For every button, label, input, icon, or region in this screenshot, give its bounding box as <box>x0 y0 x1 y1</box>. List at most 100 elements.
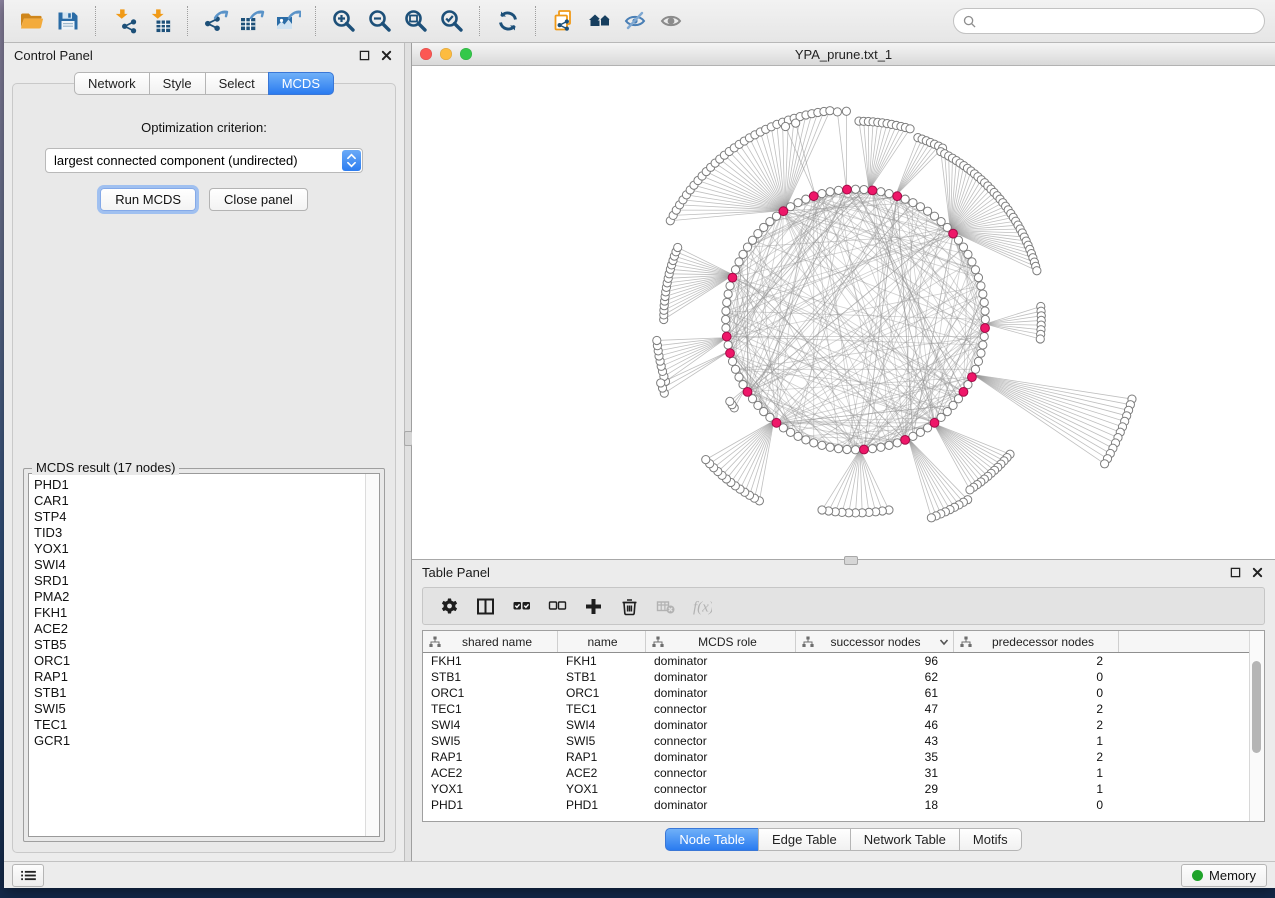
cell-MCDS-role[interactable]: dominator <box>646 797 796 813</box>
cell-successor-nodes[interactable]: 62 <box>796 669 954 685</box>
cell-successor-nodes[interactable]: 46 <box>796 717 954 733</box>
refresh-view-button[interactable] <box>490 4 526 38</box>
tab-mcds[interactable]: MCDS <box>268 72 334 95</box>
settings-gear-button[interactable] <box>431 591 467 621</box>
table-row[interactable]: STB1STB1dominator620 <box>423 669 1249 685</box>
cell-shared-name[interactable]: STB1 <box>423 669 558 685</box>
cell-MCDS-role[interactable]: dominator <box>646 685 796 701</box>
table-scrollbar[interactable] <box>1249 631 1264 821</box>
select-all-checks-button[interactable] <box>503 591 539 621</box>
mcds-result-item[interactable]: YOX1 <box>34 541 365 557</box>
mcds-result-item[interactable]: SWI5 <box>34 701 365 717</box>
show-all-button[interactable] <box>654 4 690 38</box>
network-canvas[interactable] <box>412 66 1275 559</box>
mcds-result-item[interactable]: TID3 <box>34 525 365 541</box>
cell-shared-name[interactable]: YOX1 <box>423 781 558 797</box>
cell-shared-name[interactable]: RAP1 <box>423 749 558 765</box>
table-tab-network-table[interactable]: Network Table <box>850 828 959 851</box>
cell-predecessor-nodes[interactable]: 0 <box>954 685 1119 701</box>
mcds-result-item[interactable]: TEC1 <box>34 717 365 733</box>
zoom-selected-button[interactable] <box>434 4 470 38</box>
cell-shared-name[interactable]: PHD1 <box>423 797 558 813</box>
column-header-shared-name[interactable]: shared name <box>423 631 558 652</box>
mcds-result-item[interactable]: ACE2 <box>34 621 365 637</box>
export-network-button[interactable] <box>198 4 234 38</box>
table-row[interactable]: PHD1PHD1dominator180 <box>423 797 1249 813</box>
duplicate-network-button[interactable] <box>546 4 582 38</box>
cell-predecessor-nodes[interactable]: 0 <box>954 797 1119 813</box>
cell-shared-name[interactable]: ACE2 <box>423 765 558 781</box>
cell-MCDS-role[interactable]: connector <box>646 765 796 781</box>
cell-MCDS-role[interactable]: connector <box>646 733 796 749</box>
zoom-fit-button[interactable] <box>398 4 434 38</box>
mcds-result-item[interactable]: GCR1 <box>34 733 365 749</box>
delete-column-button[interactable] <box>611 591 647 621</box>
tab-network[interactable]: Network <box>74 72 149 95</box>
cell-successor-nodes[interactable]: 35 <box>796 749 954 765</box>
float-panel-icon[interactable] <box>356 48 372 64</box>
memory-button[interactable]: Memory <box>1181 864 1267 887</box>
mcds-result-item[interactable]: STB1 <box>34 685 365 701</box>
table-row[interactable]: TEC1TEC1connector472 <box>423 701 1249 717</box>
table-row[interactable]: FKH1FKH1dominator962 <box>423 653 1249 669</box>
cell-name[interactable]: SWI5 <box>558 733 646 749</box>
save-session-button[interactable] <box>50 4 86 38</box>
cell-predecessor-nodes[interactable]: 2 <box>954 749 1119 765</box>
cell-name[interactable]: STB1 <box>558 669 646 685</box>
cell-successor-nodes[interactable]: 31 <box>796 765 954 781</box>
import-table-button[interactable] <box>142 4 178 38</box>
tab-select[interactable]: Select <box>205 72 268 95</box>
mcds-result-item[interactable]: CAR1 <box>34 493 365 509</box>
cell-name[interactable]: PHD1 <box>558 797 646 813</box>
cell-name[interactable]: SWI4 <box>558 717 646 733</box>
column-header-name[interactable]: name <box>558 631 646 652</box>
mcds-result-item[interactable]: RAP1 <box>34 669 365 685</box>
float-table-panel-icon[interactable] <box>1227 565 1243 581</box>
cell-shared-name[interactable]: FKH1 <box>423 653 558 669</box>
table-row[interactable]: SWI5SWI5connector431 <box>423 733 1249 749</box>
cell-name[interactable]: ORC1 <box>558 685 646 701</box>
mcds-result-item[interactable]: SRD1 <box>34 573 365 589</box>
column-header-successor-nodes[interactable]: successor nodes <box>796 631 954 652</box>
export-image-button[interactable] <box>270 4 306 38</box>
import-network-button[interactable] <box>106 4 142 38</box>
cell-successor-nodes[interactable]: 47 <box>796 701 954 717</box>
table-tab-motifs[interactable]: Motifs <box>959 828 1022 851</box>
column-header-predecessor-nodes[interactable]: predecessor nodes <box>954 631 1119 652</box>
table-tab-edge-table[interactable]: Edge Table <box>758 828 850 851</box>
cell-shared-name[interactable]: SWI5 <box>423 733 558 749</box>
mcds-result-item[interactable]: STB5 <box>34 637 365 653</box>
task-history-button[interactable] <box>12 864 44 887</box>
tab-style[interactable]: Style <box>149 72 205 95</box>
table-row[interactable]: ACE2ACE2connector311 <box>423 765 1249 781</box>
zoom-window-icon[interactable] <box>460 48 472 60</box>
cell-name[interactable]: TEC1 <box>558 701 646 717</box>
table-row[interactable]: ORC1ORC1dominator610 <box>423 685 1249 701</box>
cell-MCDS-role[interactable]: connector <box>646 781 796 797</box>
horizontal-splitter-grip[interactable] <box>844 556 858 565</box>
cell-predecessor-nodes[interactable]: 1 <box>954 765 1119 781</box>
mcds-result-item[interactable]: ORC1 <box>34 653 365 669</box>
table-row[interactable]: SWI4SWI4dominator462 <box>423 717 1249 733</box>
search-input[interactable] <box>982 13 1255 30</box>
hide-selected-button[interactable] <box>618 4 654 38</box>
table-row[interactable]: RAP1RAP1dominator352 <box>423 749 1249 765</box>
close-panel-icon[interactable] <box>378 48 394 64</box>
cell-successor-nodes[interactable]: 96 <box>796 653 954 669</box>
cell-shared-name[interactable]: TEC1 <box>423 701 558 717</box>
cell-predecessor-nodes[interactable]: 2 <box>954 717 1119 733</box>
cell-successor-nodes[interactable]: 29 <box>796 781 954 797</box>
cell-MCDS-role[interactable]: dominator <box>646 717 796 733</box>
column-header-MCDS-role[interactable]: MCDS role <box>646 631 796 652</box>
table-tab-node-table[interactable]: Node Table <box>665 828 758 851</box>
cell-shared-name[interactable]: ORC1 <box>423 685 558 701</box>
mcds-result-item[interactable]: STP4 <box>34 509 365 525</box>
cell-MCDS-role[interactable]: dominator <box>646 749 796 765</box>
cell-successor-nodes[interactable]: 18 <box>796 797 954 813</box>
close-panel-button[interactable]: Close panel <box>209 188 308 211</box>
table-row[interactable]: YOX1YOX1connector291 <box>423 781 1249 797</box>
cell-name[interactable]: FKH1 <box>558 653 646 669</box>
mcds-list-scrollbar[interactable] <box>365 474 379 836</box>
run-mcds-button[interactable]: Run MCDS <box>100 188 196 211</box>
cell-MCDS-role[interactable]: connector <box>646 701 796 717</box>
